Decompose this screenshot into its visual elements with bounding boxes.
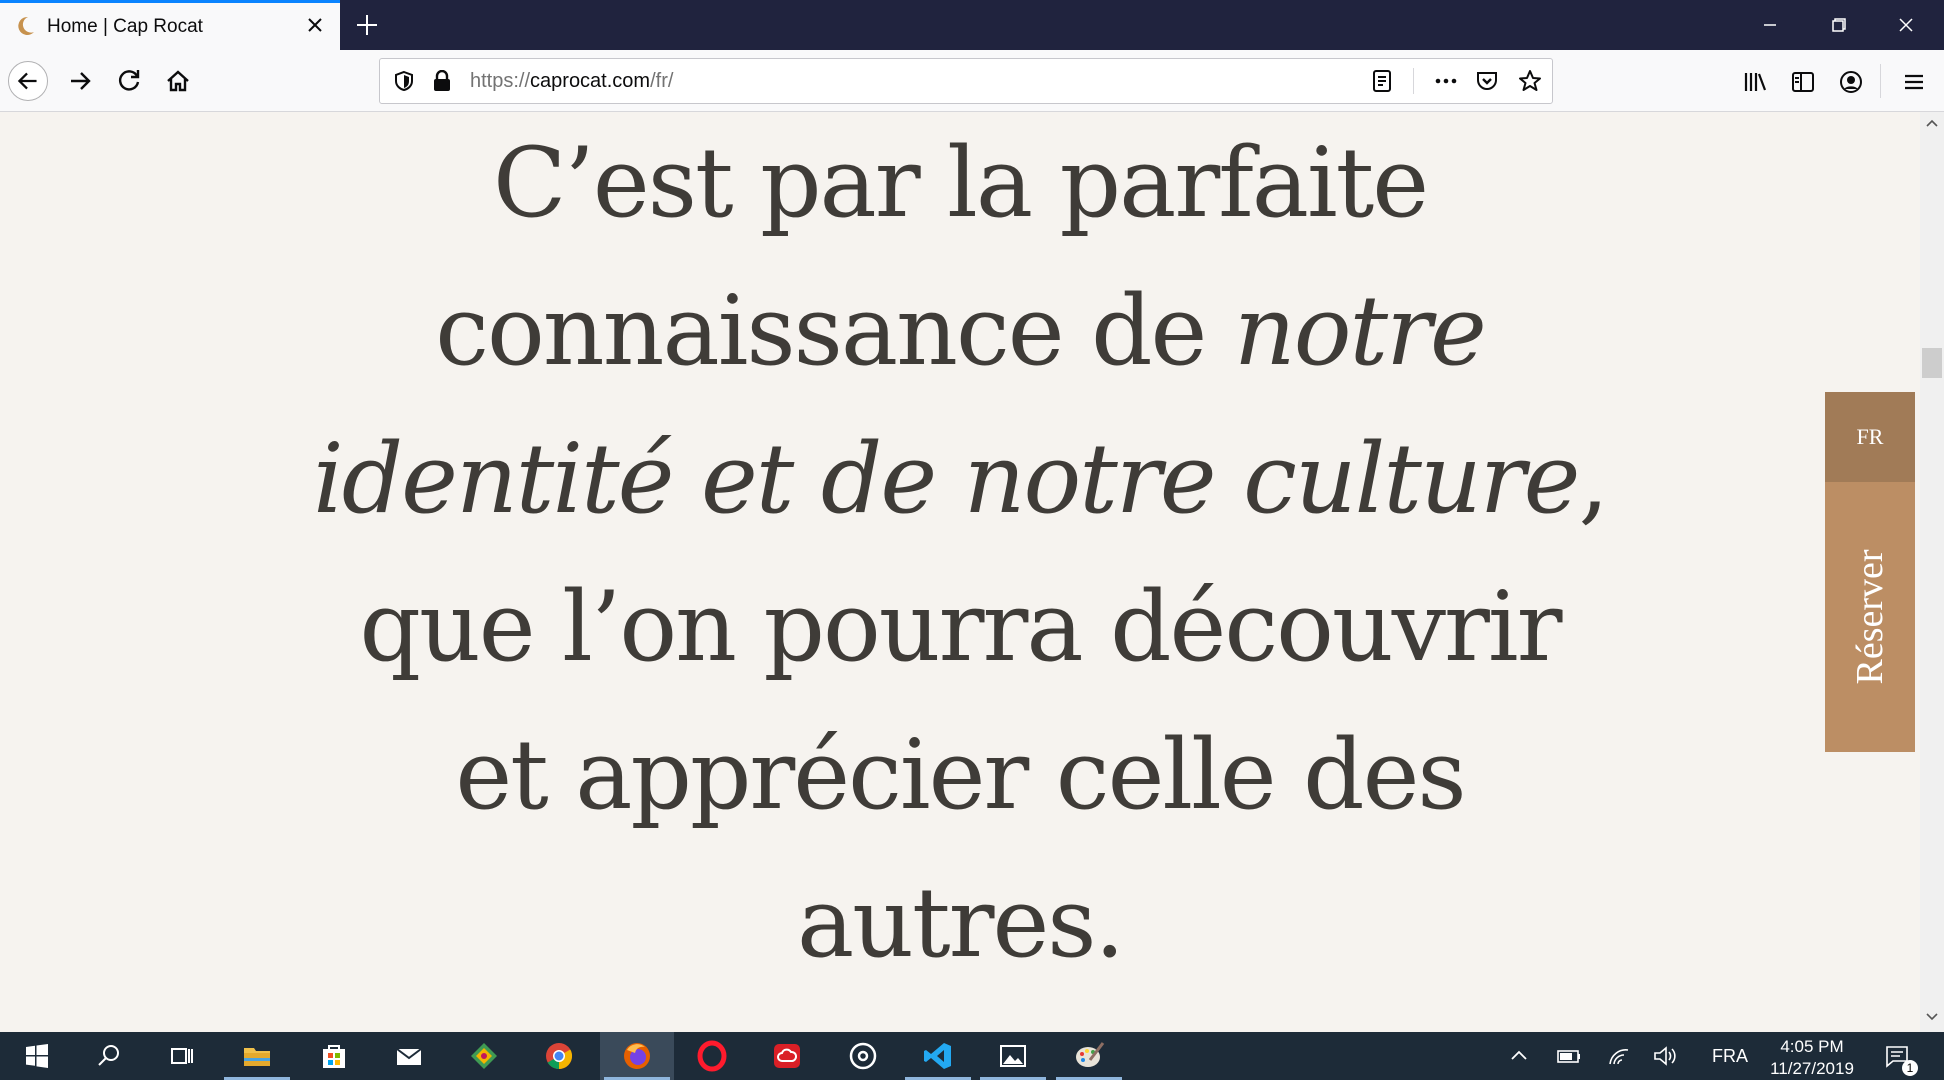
minimize-icon[interactable] xyxy=(1750,10,1790,40)
taskbar-paint[interactable] xyxy=(1052,1032,1126,1080)
bookmark-star-icon[interactable] xyxy=(1517,68,1543,94)
scroll-down-arrow-icon[interactable] xyxy=(1925,1010,1939,1024)
toolbar-separator xyxy=(1880,64,1881,98)
taskbar-search-button[interactable] xyxy=(72,1032,146,1080)
taskbar-store[interactable] xyxy=(297,1032,371,1080)
taskbar-file-explorer[interactable] xyxy=(220,1032,294,1080)
taskbar-opera[interactable] xyxy=(675,1032,749,1080)
language-switch-button[interactable]: FR xyxy=(1825,392,1915,482)
photos-icon xyxy=(1000,1045,1026,1067)
vscode-icon xyxy=(924,1043,951,1069)
battery-icon[interactable] xyxy=(1556,1044,1582,1068)
url-bar[interactable]: https://caprocat.com/fr/ xyxy=(379,58,1553,104)
mail-icon xyxy=(396,1048,422,1065)
hero-quote: C’est par la parfaite connaissance de no… xyxy=(300,112,1620,997)
opera-icon xyxy=(697,1040,727,1072)
input-language-indicator[interactable]: FRA xyxy=(1712,1046,1748,1067)
navigation-toolbar: https://caprocat.com/fr/ xyxy=(0,50,1944,112)
more-actions-icon[interactable] xyxy=(1432,69,1460,93)
url-text[interactable]: https://caprocat.com/fr/ xyxy=(470,70,673,93)
reload-icon[interactable] xyxy=(110,61,150,101)
notification-count-badge: 1 xyxy=(1902,1060,1918,1076)
windows-taskbar: FRA 4:05 PM 11/27/2019 1 xyxy=(0,1032,1944,1080)
scrollbar-thumb[interactable] xyxy=(1922,348,1942,378)
tab-title: Home | Cap Rocat xyxy=(47,16,203,37)
system-clock[interactable]: 4:05 PM 11/27/2019 xyxy=(1762,1036,1862,1080)
new-tab-plus-icon[interactable] xyxy=(352,10,382,40)
web-page-content: C’est par la parfaite connaissance de no… xyxy=(0,112,1920,1032)
account-icon[interactable] xyxy=(1838,69,1864,95)
clock-date: 11/27/2019 xyxy=(1770,1059,1854,1078)
taskbar-groove[interactable] xyxy=(826,1032,900,1080)
back-arrow-icon[interactable] xyxy=(8,61,48,101)
reserve-label: Réserver xyxy=(1849,549,1891,685)
forward-arrow-icon[interactable] xyxy=(60,61,100,101)
git-kraken-icon xyxy=(471,1043,497,1069)
taskbar-vscode[interactable] xyxy=(901,1032,975,1080)
scroll-up-arrow-icon[interactable] xyxy=(1925,116,1939,130)
windows-start-icon xyxy=(26,1044,48,1068)
search-icon xyxy=(98,1045,119,1066)
taskbar-firefox[interactable] xyxy=(600,1032,674,1080)
wifi-icon[interactable] xyxy=(1606,1044,1632,1068)
crescent-moon-icon xyxy=(18,16,34,35)
taskbar-photos[interactable] xyxy=(976,1032,1050,1080)
firefox-icon xyxy=(624,1043,650,1069)
taskbar-mail[interactable] xyxy=(372,1032,446,1080)
task-view-button[interactable] xyxy=(144,1032,218,1080)
taskbar-creative-cloud[interactable] xyxy=(750,1032,824,1080)
vertical-scrollbar[interactable] xyxy=(1920,112,1944,1032)
show-hidden-icons-chevron-icon[interactable] xyxy=(1506,1044,1532,1068)
close-icon[interactable] xyxy=(303,13,327,37)
volume-icon[interactable] xyxy=(1652,1044,1678,1068)
library-icon[interactable] xyxy=(1742,69,1768,95)
paint-palette-icon xyxy=(1076,1042,1105,1067)
store-icon xyxy=(323,1045,345,1068)
window-close-icon[interactable] xyxy=(1886,10,1926,40)
taskbar-gitkraken[interactable] xyxy=(447,1032,521,1080)
taskbar-chrome[interactable] xyxy=(522,1032,596,1080)
creative-cloud-icon xyxy=(774,1044,800,1068)
sidebar-icon[interactable] xyxy=(1790,69,1816,95)
tracking-shield-icon[interactable] xyxy=(393,70,415,92)
file-explorer-icon xyxy=(244,1048,270,1066)
pocket-icon[interactable] xyxy=(1475,69,1499,93)
url-bar-separator xyxy=(1413,68,1414,94)
clock-time: 4:05 PM xyxy=(1780,1037,1844,1056)
reader-view-icon[interactable] xyxy=(1370,69,1394,93)
groove-music-icon xyxy=(849,1042,877,1070)
lock-icon[interactable] xyxy=(432,70,452,92)
hamburger-menu-icon[interactable] xyxy=(1901,69,1927,95)
task-view-icon xyxy=(171,1048,193,1064)
chrome-icon xyxy=(546,1043,573,1070)
browser-title-bar: Home | Cap Rocat xyxy=(0,0,1944,50)
home-icon[interactable] xyxy=(158,61,198,101)
restore-icon[interactable] xyxy=(1818,10,1858,40)
browser-tab[interactable]: Home | Cap Rocat xyxy=(0,0,340,50)
reserve-button[interactable]: Réserver xyxy=(1825,482,1915,752)
start-button[interactable] xyxy=(0,1032,74,1080)
